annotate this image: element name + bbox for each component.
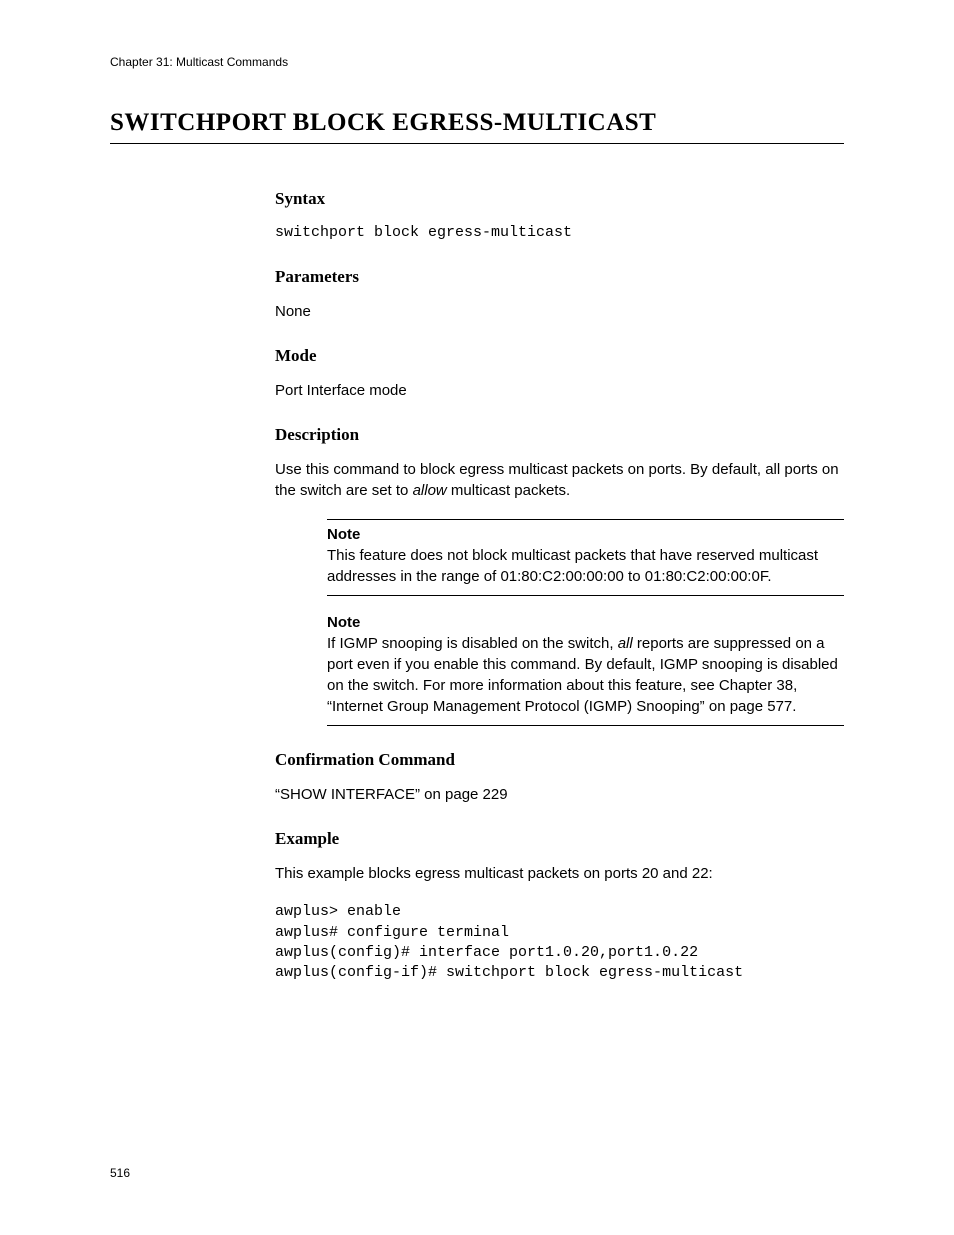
parameters-text: None	[275, 301, 844, 322]
title-block: SWITCHPORT BLOCK EGRESS-MULTICAST	[110, 109, 844, 144]
description-text: Use this command to block egress multica…	[275, 459, 844, 501]
chapter-header: Chapter 31: Multicast Commands	[110, 55, 844, 69]
syntax-code: switchport block egress-multicast	[275, 223, 844, 243]
page-number: 516	[110, 1166, 130, 1180]
description-after: multicast packets.	[447, 482, 570, 499]
content-body: Syntax switchport block egress-multicast…	[275, 189, 844, 983]
heading-syntax: Syntax	[275, 189, 844, 209]
heading-confirmation: Confirmation Command	[275, 750, 844, 770]
note2-italic: all	[618, 635, 633, 652]
note-text: This feature does not block multicast pa…	[327, 545, 844, 587]
heading-parameters: Parameters	[275, 267, 844, 287]
note-rule	[327, 725, 844, 726]
note2-before: If IGMP snooping is disabled on the swit…	[327, 635, 618, 652]
heading-description: Description	[275, 425, 844, 445]
note-label: Note	[327, 614, 844, 631]
example-intro: This example blocks egress multicast pac…	[275, 863, 844, 884]
note-block-2: Note If IGMP snooping is disabled on the…	[327, 614, 844, 726]
confirmation-text: “SHOW INTERFACE” on page 229	[275, 784, 844, 805]
page: Chapter 31: Multicast Commands SWITCHPOR…	[0, 0, 954, 1235]
example-code: awplus> enable awplus# configure termina…	[275, 902, 844, 983]
note-label: Note	[327, 526, 844, 543]
heading-example: Example	[275, 829, 844, 849]
note-text: If IGMP snooping is disabled on the swit…	[327, 633, 844, 717]
note-rule	[327, 595, 844, 596]
note-rule	[327, 519, 844, 520]
description-italic: allow	[413, 482, 447, 499]
note-block-1: Note This feature does not block multica…	[327, 519, 844, 596]
heading-mode: Mode	[275, 346, 844, 366]
mode-text: Port Interface mode	[275, 380, 844, 401]
page-title: SWITCHPORT BLOCK EGRESS-MULTICAST	[110, 109, 844, 137]
